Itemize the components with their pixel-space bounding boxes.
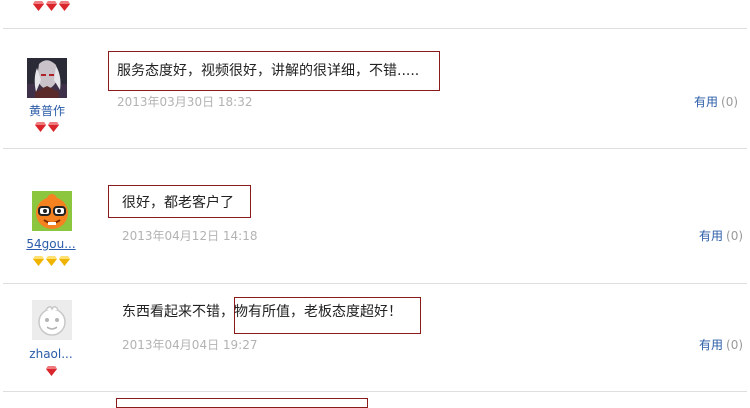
- useful-button[interactable]: 有用: [699, 229, 723, 243]
- useful-count: (0): [726, 338, 744, 352]
- yellow-diamond-icon: [58, 256, 70, 266]
- useful-vote[interactable]: 有用 (0): [699, 227, 743, 244]
- yellow-diamond-icon: [32, 256, 44, 266]
- user-rank-badges: [11, 256, 91, 266]
- useful-count: (0): [721, 95, 739, 109]
- username-link[interactable]: 54gou...: [11, 237, 91, 251]
- username-link[interactable]: 黄普作: [7, 102, 87, 119]
- default-avatar-icon: [32, 300, 72, 340]
- review-item: 54gou... 很好，都老客户了 2013年04月12日 14:18 有用 (0…: [0, 149, 750, 283]
- red-diamond-icon: [58, 1, 70, 11]
- user-avatar[interactable]: [32, 300, 72, 340]
- user-avatar[interactable]: [27, 58, 67, 98]
- review-comment: 服务态度好，视频很好，讲解的很详细，不错.....: [117, 63, 420, 79]
- red-diamond-icon: [45, 366, 57, 376]
- avatar-image: [27, 58, 67, 98]
- user-rank-badges: [11, 366, 91, 376]
- review-comment: 东西看起来不错，物有所值，老板态度超好！: [122, 304, 402, 320]
- avatar-image: [32, 191, 72, 231]
- review-item: zhaol... 东西看起来不错，物有所值，老板态度超好！ 2013年04月04…: [0, 284, 750, 391]
- review-item: 黄普作 服务态度好，视频很好，讲解的很详细，不错..... 2013年03月30…: [0, 29, 750, 148]
- useful-button[interactable]: 有用: [694, 95, 718, 109]
- red-diamond-icon: [48, 122, 59, 132]
- review-date: 2013年04月12日 14:18: [122, 229, 258, 243]
- user-rank-badges: [7, 122, 87, 132]
- red-diamond-icon: [35, 122, 46, 132]
- review-divider: [3, 391, 747, 392]
- yellow-diamond-icon: [45, 256, 57, 266]
- useful-count: (0): [726, 229, 744, 243]
- red-diamond-icon: [32, 1, 44, 11]
- username-link[interactable]: zhaol...: [11, 347, 91, 361]
- prev-review-badges: [11, 1, 91, 11]
- red-diamond-icon: [45, 1, 57, 11]
- useful-button[interactable]: 有用: [699, 338, 723, 352]
- user-avatar[interactable]: [32, 191, 72, 231]
- useful-vote[interactable]: 有用 (0): [699, 336, 743, 353]
- review-date: 2013年04月04日 19:27: [122, 338, 258, 352]
- review-comment: 很好，都老客户了: [122, 195, 234, 211]
- review-date: 2013年03月30日 18:32: [117, 95, 253, 109]
- useful-vote[interactable]: 有用 (0): [694, 93, 738, 110]
